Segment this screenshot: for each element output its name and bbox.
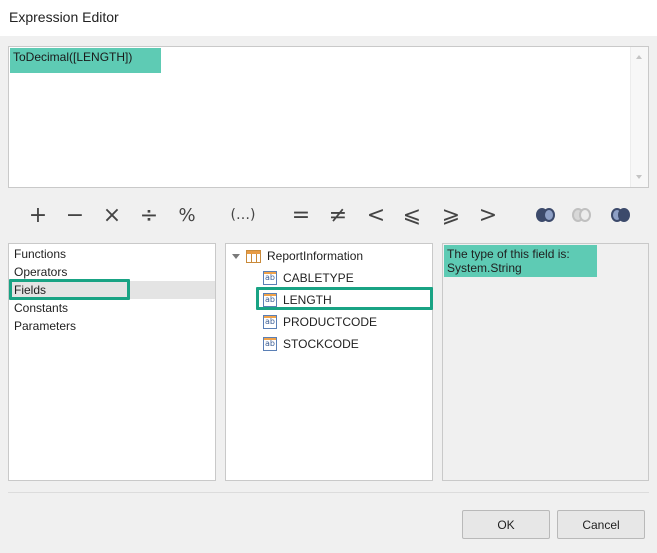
tree-field-label: PRODUCTCODE <box>283 315 378 329</box>
tree-field-label: STOCKCODE <box>283 337 359 351</box>
and-icon[interactable] <box>536 207 556 223</box>
op-divide-button[interactable]: ÷ <box>134 196 164 234</box>
description-text: The type of this field is: System.String <box>444 245 597 277</box>
op-less-or-equal-button[interactable]: ⩽ <box>397 196 427 234</box>
op-greater-than-button[interactable]: > <box>473 196 503 234</box>
not-icon[interactable] <box>611 207 631 223</box>
scroll-up-icon[interactable] <box>636 55 642 59</box>
tree-field-stockcode[interactable]: ab STOCKCODE <box>263 334 359 354</box>
expand-arrow-icon[interactable] <box>232 253 240 259</box>
scroll-down-icon[interactable] <box>636 175 642 179</box>
description-panel: The type of this field is: System.String <box>442 243 649 481</box>
title-bar: Expression Editor <box>0 0 657 36</box>
tree-field-cabletype[interactable]: ab CABLETYPE <box>263 268 354 288</box>
op-plus-button[interactable]: + <box>23 196 53 234</box>
op-equal-button[interactable]: = <box>286 196 316 234</box>
expression-scrollbar[interactable] <box>630 47 648 187</box>
expression-input[interactable]: ToDecimal([LENGTH]) <box>8 46 649 188</box>
tree-root-label: ReportInformation <box>267 249 364 263</box>
fields-tree-panel: ReportInformation ab CABLETYPE ab LENGTH… <box>225 243 433 481</box>
op-less-than-button[interactable]: < <box>361 196 391 234</box>
tree-field-label: CABLETYPE <box>283 271 354 285</box>
cancel-button[interactable]: Cancel <box>557 510 645 539</box>
category-parameters[interactable]: Parameters <box>14 317 76 335</box>
op-greater-or-equal-button[interactable]: ⩾ <box>436 196 466 234</box>
or-icon[interactable] <box>572 207 592 223</box>
op-not-equal-button[interactable]: ≠ <box>323 196 353 234</box>
footer-separator <box>8 492 649 493</box>
category-constants[interactable]: Constants <box>14 299 68 317</box>
op-minus-button[interactable]: − <box>60 196 90 234</box>
string-field-icon: ab <box>263 337 277 351</box>
string-field-icon: ab <box>263 271 277 285</box>
tree-field-productcode[interactable]: ab PRODUCTCODE <box>263 312 377 332</box>
table-icon <box>246 249 261 263</box>
string-field-icon: ab <box>263 315 277 329</box>
fields-annotation-box <box>9 279 130 300</box>
length-annotation-box <box>256 287 433 310</box>
op-modulo-button[interactable]: % <box>172 196 202 234</box>
dialog-body: ToDecimal([LENGTH]) + − × ÷ % (…) = ≠ < … <box>0 36 657 553</box>
tree-root[interactable]: ReportInformation <box>232 246 363 266</box>
window-title: Expression Editor <box>9 9 119 25</box>
description-line-2: System.String <box>447 261 522 275</box>
op-parentheses-button[interactable]: (…) <box>228 196 258 234</box>
description-line-1: The type of this field is: <box>447 247 570 261</box>
ok-button[interactable]: OK <box>462 510 550 539</box>
category-functions[interactable]: Functions <box>14 245 66 263</box>
op-multiply-button[interactable]: × <box>97 196 127 234</box>
expression-text[interactable]: ToDecimal([LENGTH]) <box>10 48 161 73</box>
